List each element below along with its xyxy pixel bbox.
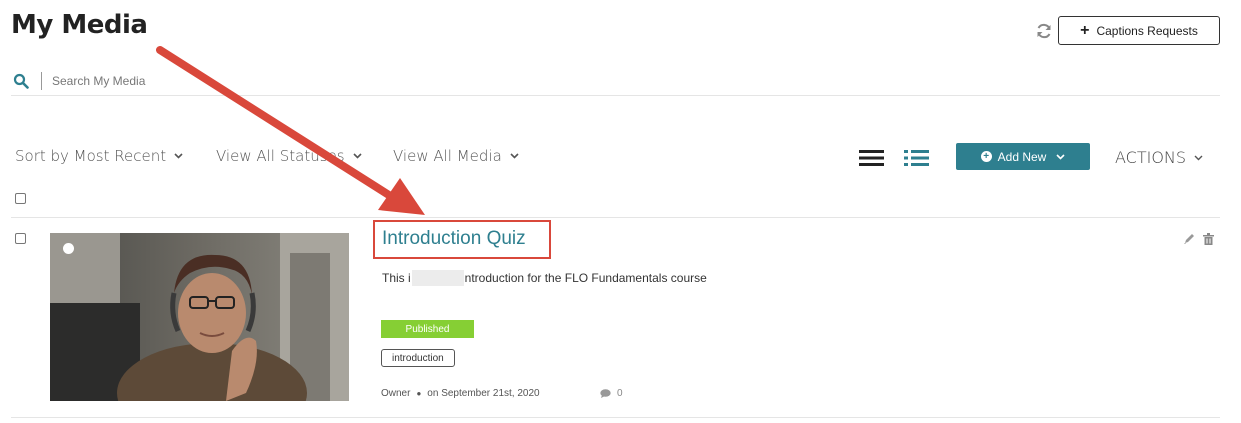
owner-label: Owner — [381, 388, 411, 399]
comment-count: 0 — [600, 388, 623, 399]
detailed-view-icon[interactable] — [904, 149, 929, 167]
search-input[interactable] — [52, 73, 452, 88]
status-badge: Published — [381, 320, 474, 338]
description-text-end: ntroduction for the FLO Fundamentals cou… — [464, 271, 707, 285]
comment-icon — [600, 389, 611, 398]
description-text-start: This i — [382, 271, 411, 285]
redacted-area — [411, 270, 464, 286]
page-title: My Media — [11, 10, 148, 40]
thumbnail-image — [50, 233, 349, 401]
search-bar — [11, 66, 1220, 96]
row-checkbox[interactable] — [15, 233, 26, 244]
actions-label: ACTIONS — [1115, 148, 1187, 167]
tag-chip[interactable]: introduction — [381, 349, 455, 367]
select-all-checkbox[interactable] — [15, 193, 26, 204]
media-filter-label: View All Media — [393, 147, 502, 165]
search-icon[interactable] — [13, 73, 29, 89]
chevron-down-icon — [353, 153, 362, 159]
media-type-badge — [63, 243, 74, 254]
status-filter-label: View All Statuses — [216, 147, 345, 165]
divider — [11, 217, 1220, 218]
date-label: on September 21st, 2020 — [427, 388, 540, 399]
sort-dropdown[interactable]: Sort by Most Recent — [15, 147, 183, 165]
search-separator — [41, 71, 42, 90]
chevron-down-icon — [174, 153, 183, 159]
actions-dropdown[interactable]: ACTIONS — [1115, 148, 1203, 167]
status-filter-dropdown[interactable]: View All Statuses — [216, 147, 362, 165]
plus-circle-icon: + — [980, 151, 992, 162]
media-title-link[interactable]: Introduction Quiz — [382, 228, 526, 250]
media-thumbnail[interactable] — [50, 233, 349, 401]
media-filter-dropdown[interactable]: View All Media — [393, 147, 519, 165]
chevron-down-icon — [1194, 155, 1203, 160]
captions-requests-label: Captions Requests — [1096, 23, 1198, 38]
comment-count-value: 0 — [617, 388, 623, 399]
captions-requests-button[interactable]: + Captions Requests — [1058, 16, 1220, 45]
refresh-icon[interactable] — [1035, 22, 1053, 40]
edit-icon[interactable] — [1183, 233, 1195, 245]
plus-icon: + — [1080, 21, 1090, 39]
media-meta: Owner ● on September 21st, 2020 — [381, 388, 540, 399]
divider — [11, 417, 1220, 418]
trash-icon[interactable] — [1203, 233, 1214, 245]
chevron-down-icon — [1056, 153, 1065, 160]
bullet-separator: ● — [416, 389, 422, 398]
sort-label: Sort by Most Recent — [15, 147, 167, 165]
media-description: This i ntroduction for the FLO Fundament… — [382, 270, 707, 286]
chevron-down-icon — [510, 153, 519, 159]
list-view-icon[interactable] — [859, 149, 884, 167]
add-new-label: Add New — [997, 149, 1047, 164]
add-new-button[interactable]: + Add New — [956, 143, 1090, 170]
